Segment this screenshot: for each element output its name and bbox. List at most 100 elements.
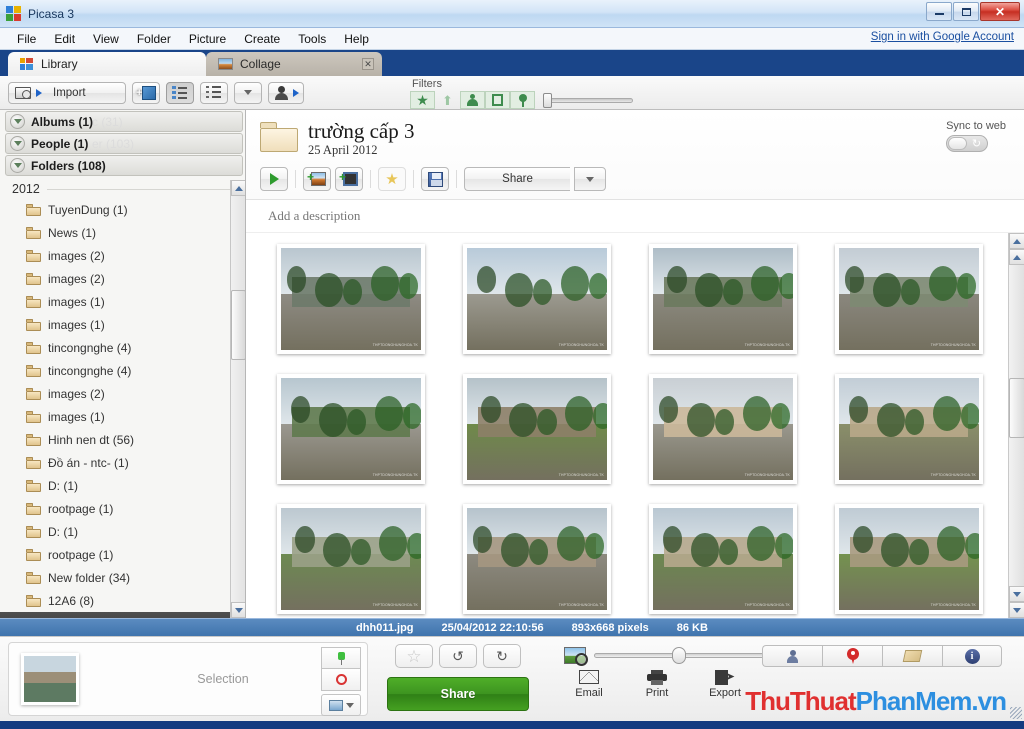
star-filter-button[interactable]: ★ [410,91,435,109]
photo-cell[interactable]: THPTDONGHUNGHOA.TK [822,499,996,618]
save-button[interactable] [421,167,449,192]
sidebar-folder-item[interactable]: rootpage (1) [0,543,245,566]
sidebar-folder-item[interactable]: images (2) [0,267,245,290]
sidebar-folder-item[interactable]: D: (1) [0,474,245,497]
sidebar-folder-item[interactable]: images (1) [0,313,245,336]
sidebar-panel-people[interactable]: People (1) er (103) [5,133,243,154]
sidebar-scroll-thumb[interactable] [231,290,245,360]
places-panel-button[interactable] [822,645,882,667]
minimize-button[interactable] [926,2,952,21]
scroll-down-page-button[interactable] [1009,586,1024,602]
menu-view[interactable]: View [84,30,128,48]
print-button[interactable]: Print [634,667,680,721]
properties-panel-button[interactable]: i [942,645,1002,667]
photo-cell[interactable]: THPTDONGHUNGHOA.TK [450,239,624,359]
photo-thumbnail[interactable]: THPTDONGHUNGHOA.TK [277,504,425,615]
star-button[interactable]: ★ [378,167,406,192]
photo-cell[interactable]: THPTDONGHUNGHOA.TK [636,369,810,489]
photo-cell[interactable]: THPTDONGHUNGHOA.TK [822,239,996,359]
photo-thumbnail[interactable]: THPTDONGHUNGHOA.TK [463,504,611,615]
sidebar-panel-albums[interactable]: Albums (1) c (31) [5,111,243,132]
photo-thumbnail[interactable]: THPTDONGHUNGHOA.TK [277,374,425,485]
close-button[interactable]: ✕ [980,2,1020,21]
sidebar-folder-item[interactable]: 12A6 (8) [0,589,245,612]
photo-cell[interactable]: THPTDONGHUNGHOA.TK [822,369,996,489]
share-button[interactable]: Share [464,167,570,192]
photo-thumbnail[interactable]: THPTDONGHUNGHOA.TK [277,244,425,355]
email-button[interactable]: Email [566,667,612,721]
star-button[interactable]: ☆ [395,644,433,668]
sidebar-folder-item[interactable]: D: (1) [0,520,245,543]
menu-picture[interactable]: Picture [180,30,235,48]
clear-selection-button[interactable] [321,669,361,691]
rotate-left-button[interactable]: ↺ [439,644,477,668]
scroll-up-page-button[interactable] [1009,249,1024,266]
filter-date-slider[interactable] [543,91,633,109]
compact-view-button[interactable] [200,81,228,104]
add-movie-button[interactable]: + [335,167,363,192]
sign-in-link[interactable]: Sign in with Google Account [871,31,1014,43]
tab-library[interactable]: Library [8,52,206,76]
photo-cell[interactable]: THPTDONGHUNGHOA.TK [636,239,810,359]
sidebar-folder-item[interactable]: images (2) [0,382,245,405]
content-scroll-thumb[interactable] [1009,378,1024,439]
photo-cell[interactable]: THPTDONGHUNGHOA.TK [264,239,438,359]
collapse-triangle-icon[interactable] [10,114,25,129]
sidebar-folder-item[interactable]: rootpage (1) [0,497,245,520]
share-button[interactable]: Share [387,677,529,711]
menu-file[interactable]: File [8,30,45,48]
photo-thumbnail[interactable]: THPTDONGHUNGHOA.TK [463,244,611,355]
view-options-dropdown[interactable] [234,81,262,104]
sidebar-panel-folders[interactable]: Folders (108) [5,155,243,176]
share-dropdown-button[interactable] [574,167,606,192]
slideshow-button[interactable] [260,167,288,192]
pin-selection-button[interactable] [321,647,361,669]
collapse-triangle-icon[interactable] [10,136,25,151]
photo-thumbnail[interactable]: THPTDONGHUNGHOA.TK [649,374,797,485]
maximize-button[interactable] [953,2,979,21]
tab-collage[interactable]: Collage ✕ [206,52,382,76]
menu-folder[interactable]: Folder [128,30,180,48]
video-filter-button[interactable] [485,91,510,109]
people-panel-button[interactable] [762,645,822,667]
sidebar-folder-item[interactable]: New folder (34) [0,566,245,589]
add-to-album-button[interactable] [321,694,361,716]
photo-thumbnail[interactable]: THPTDONGHUNGHOA.TK [649,244,797,355]
face-filter-button[interactable] [460,91,485,109]
zoom-slider[interactable] [594,647,774,664]
scroll-down-button[interactable] [1009,602,1024,618]
menu-help[interactable]: Help [335,30,378,48]
sidebar-folder-item[interactable]: Hinh nen dt (56) [0,428,245,451]
sidebar-folder-item[interactable]: tincongnghe (4) [0,336,245,359]
resize-grip[interactable] [1010,707,1022,719]
close-icon[interactable]: ✕ [362,58,374,70]
rotate-right-button[interactable]: ↻ [483,644,521,668]
photo-thumbnail[interactable]: THPTDONGHUNGHOA.TK [463,374,611,485]
add-photo-button[interactable]: + [303,167,331,192]
sidebar-scrollbar[interactable] [230,180,245,618]
geotag-filter-button[interactable] [510,91,535,109]
import-button[interactable]: Import [8,81,126,104]
scroll-up-button[interactable] [231,180,245,196]
photo-thumbnail[interactable]: THPTDONGHUNGHOA.TK [835,244,983,355]
menu-tools[interactable]: Tools [289,30,335,48]
sidebar-folder-item[interactable]: images (1) [0,405,245,428]
add-album-button[interactable]: + [132,81,160,104]
sync-to-web-control[interactable]: Sync to web ↻ [946,120,1006,152]
content-scrollbar[interactable] [1008,233,1024,618]
menu-edit[interactable]: Edit [45,30,84,48]
sidebar-folder-item[interactable]: tincongnghe (4) [0,359,245,382]
collapse-triangle-icon[interactable] [10,158,25,173]
tags-panel-button[interactable] [882,645,942,667]
photo-cell[interactable]: THPTDONGHUNGHOA.TK [264,499,438,618]
photo-cell[interactable]: THPTDONGHUNGHOA.TK [450,499,624,618]
upload-filter-button[interactable]: ⬆ [435,91,460,109]
sidebar-folder-item[interactable]: News (1) [0,221,245,244]
sidebar-folder-item[interactable]: images (1) [0,290,245,313]
scroll-down-button[interactable] [231,602,245,618]
photo-thumbnail[interactable]: THPTDONGHUNGHOA.TK [649,504,797,615]
selection-tray[interactable]: Selection [8,642,368,716]
people-view-button[interactable] [268,81,304,104]
scroll-up-button[interactable] [1009,233,1024,250]
sidebar-folder-item[interactable]: images (2) [0,244,245,267]
